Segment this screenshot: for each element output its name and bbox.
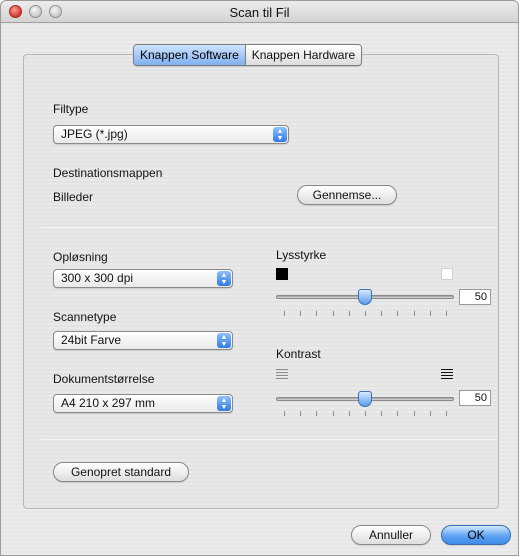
popup-arrows-icon: ▲ ▼ [217, 396, 231, 411]
slider-tick [365, 311, 366, 316]
slider-tick [429, 411, 431, 416]
slider-tick [397, 311, 399, 316]
slider-tick [413, 411, 415, 416]
ok-button[interactable]: OK [441, 525, 511, 545]
slider-tick [446, 411, 447, 416]
scan-type-value: 24bit Farve [61, 333, 122, 347]
scan-type-select[interactable]: 24bit Farve ▲ ▼ [53, 331, 233, 350]
popup-arrows-icon: ▲ ▼ [217, 333, 231, 348]
divider [41, 439, 497, 440]
low-contrast-icon [276, 369, 288, 380]
brightness-slider-thumb[interactable] [358, 289, 372, 305]
brightness-label: Lysstyrke [276, 248, 327, 262]
file-type-select[interactable]: JPEG (*.jpg) ▲ ▼ [53, 125, 289, 144]
scan-to-file-window: Scan til Fil Knappen Software Knappen Ha… [0, 0, 519, 556]
slider-tick [332, 311, 334, 316]
tab-software[interactable]: Knappen Software [134, 45, 245, 65]
popup-arrows-icon: ▲ ▼ [273, 127, 287, 142]
contrast-slider-thumb[interactable] [358, 391, 372, 407]
slider-tick [397, 411, 399, 416]
slider-tick [348, 311, 350, 316]
document-size-value: A4 210 x 297 mm [61, 396, 156, 410]
cancel-button[interactable]: Annuller [351, 525, 431, 545]
brightness-value-field[interactable]: 50 [459, 289, 491, 305]
slider-tick [413, 311, 415, 316]
document-size-label: Dokumentstørrelse [53, 372, 155, 386]
file-type-value: JPEG (*.jpg) [61, 127, 128, 141]
slider-tick [446, 311, 447, 316]
resolution-value: 300 x 300 dpi [61, 271, 134, 285]
high-contrast-icon [441, 369, 453, 380]
slider-tick [316, 411, 318, 416]
scan-type-label: Scannetype [53, 310, 117, 324]
slider-tick [332, 411, 334, 416]
light-swatch-icon [441, 268, 453, 280]
resolution-label: Opløsning [53, 250, 108, 264]
contrast-value-field[interactable]: 50 [459, 390, 491, 406]
slider-tick [300, 311, 302, 316]
slider-tick [284, 311, 285, 316]
slider-tick [300, 411, 302, 416]
slider-tick [284, 411, 285, 416]
tab-bar: Knappen Software Knappen Hardware [133, 44, 363, 66]
slider-tick [429, 311, 431, 316]
slider-tick [348, 411, 350, 416]
document-size-select[interactable]: A4 210 x 297 mm ▲ ▼ [53, 394, 233, 413]
slider-tick [365, 411, 366, 416]
contrast-slider-ticks [284, 411, 447, 417]
window-title: Scan til Fil [229, 5, 290, 20]
restore-defaults-button[interactable]: Genopret standard [53, 462, 189, 482]
contrast-label: Kontrast [276, 347, 321, 361]
divider [41, 227, 497, 228]
browse-button[interactable]: Gennemse... [297, 185, 397, 205]
dark-swatch-icon [276, 268, 288, 280]
slider-tick [381, 311, 383, 316]
slider-tick [381, 411, 383, 416]
brightness-slider-ticks [284, 311, 447, 317]
resolution-select[interactable]: 300 x 300 dpi ▲ ▼ [53, 269, 233, 288]
slider-tick [316, 311, 318, 316]
tab-hardware[interactable]: Knappen Hardware [244, 45, 362, 65]
title-bar: Scan til Fil [1, 1, 518, 23]
destination-label: Destinationsmappen [53, 166, 163, 180]
destination-folder: Billeder [53, 190, 94, 204]
file-type-label: Filtype [53, 102, 89, 116]
popup-arrows-icon: ▲ ▼ [217, 271, 231, 286]
